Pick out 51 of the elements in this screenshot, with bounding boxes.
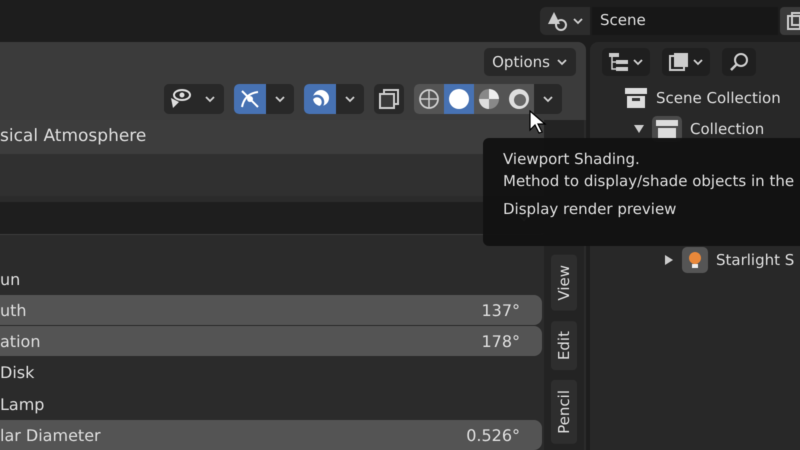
wireframe-shading-button[interactable]: [414, 84, 444, 114]
solid-sphere-icon: [448, 88, 470, 110]
wireframe-sphere-icon: [418, 88, 440, 110]
chevron-icon: [632, 58, 644, 66]
solid-shading-button[interactable]: [444, 84, 474, 114]
rendered-shading-button[interactable]: [504, 84, 534, 114]
sidebar-tab[interactable]: Edit: [551, 320, 577, 370]
options-dropdown[interactable]: Options: [484, 48, 576, 76]
number-field[interactable]: lar Diameter 0.526°: [0, 420, 542, 450]
material-shading-button[interactable]: [474, 84, 504, 114]
scene-type-button[interactable]: [540, 7, 590, 35]
xray-icon: [378, 88, 400, 110]
search-button[interactable]: [722, 48, 756, 76]
scene-icon: [546, 10, 570, 32]
eye-icon: [168, 88, 192, 110]
chevron-icon: [542, 95, 554, 103]
property-label: Lamp: [0, 394, 44, 414]
rendered-sphere-icon: [508, 88, 530, 110]
tooltip-hint: Display render preview: [503, 200, 678, 218]
collection-box-icon: [624, 86, 648, 108]
gizmo-toggle[interactable]: [234, 84, 266, 114]
mouse-pointer-icon: [529, 110, 547, 134]
tree-item-label[interactable]: Starlight S: [716, 250, 794, 268]
collapsed-arrow-icon[interactable]: [664, 254, 674, 264]
sidebar-tab[interactable]: Pencil: [551, 380, 577, 444]
overlay-toggle[interactable]: [304, 84, 336, 114]
number-field[interactable]: ation 178°: [0, 326, 542, 356]
tree-item-label[interactable]: Scene Collection: [656, 88, 781, 106]
chevron-icon: [572, 17, 584, 25]
tree-list-icon: [608, 52, 630, 72]
property-label: un: [0, 270, 20, 288]
filter-dropdown[interactable]: [662, 48, 710, 76]
property-label: Disk: [0, 362, 34, 382]
material-sphere-icon: [478, 88, 500, 110]
expanded-arrow-icon[interactable]: [634, 124, 644, 134]
chevron-icon: [344, 95, 356, 103]
scene-name-field[interactable]: Scene: [592, 7, 778, 35]
display-mode-dropdown[interactable]: [602, 48, 650, 76]
chevron-icon: [274, 95, 286, 103]
stacked-squares-icon: [668, 52, 690, 72]
sidebar-tab[interactable]: View: [551, 255, 577, 311]
light-object-icon: [682, 246, 708, 272]
chevron-icon: [556, 58, 568, 66]
tree-item-label[interactable]: Collection: [690, 120, 764, 138]
number-field[interactable]: uth 137°: [0, 295, 542, 325]
search-icon: [728, 51, 750, 73]
panel-header[interactable]: sical Atmosphere: [0, 120, 544, 154]
copy-icon: [786, 11, 800, 31]
chevron-icon: [692, 58, 704, 66]
chevron-icon: [204, 95, 216, 103]
tooltip-description: Method to display/shade objects in the: [503, 172, 796, 190]
